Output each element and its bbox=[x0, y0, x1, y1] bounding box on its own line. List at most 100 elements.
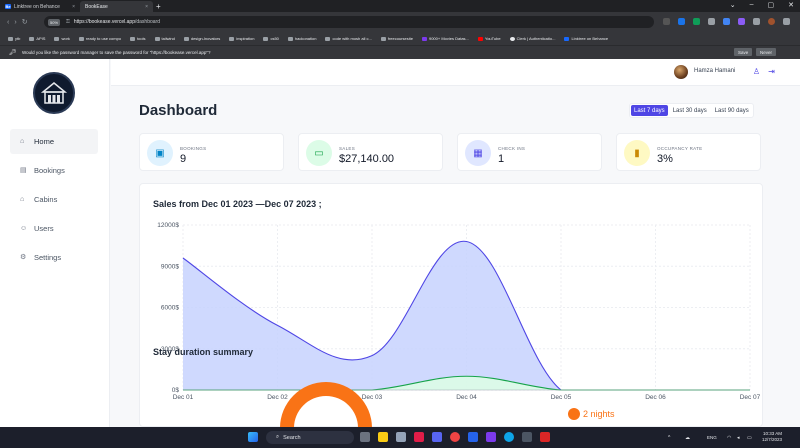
clock[interactable]: 10:33 AM 12/7/2023 bbox=[762, 431, 782, 443]
back-icon[interactable]: ‹ bbox=[7, 19, 9, 26]
reload-icon[interactable]: ↻ bbox=[22, 18, 28, 26]
series-area bbox=[183, 241, 750, 390]
tab-linktree[interactable]: Be Linktree on Behance × bbox=[0, 1, 80, 12]
opera-icon[interactable] bbox=[450, 432, 460, 442]
x-tick-label: Dec 07 bbox=[740, 394, 761, 401]
windows-taskbar: ⌕ Search ^ ☁ ENG ◠ ◂ ▭ 10:33 AM 12/7/202… bbox=[0, 427, 800, 448]
home-icon: ⌂ bbox=[20, 138, 25, 145]
app-icon[interactable] bbox=[540, 432, 550, 442]
windows-start-icon[interactable] bbox=[248, 432, 258, 442]
lock-icon[interactable]: ⚿ bbox=[66, 19, 70, 25]
bookmarks-bar: ytb APIS work ready to use compo tools t… bbox=[0, 32, 800, 46]
chrome-icon[interactable] bbox=[504, 432, 514, 442]
bookmark[interactable]: tailwind bbox=[154, 36, 175, 41]
extension-icon[interactable] bbox=[663, 18, 670, 25]
zoom-level[interactable]: 50% bbox=[48, 18, 61, 26]
app-icon[interactable] bbox=[522, 432, 532, 442]
omnibox[interactable]: 50% ⚿ https://bookease.vercel.app/dashbo… bbox=[44, 16, 654, 28]
forward-icon[interactable]: › bbox=[14, 19, 16, 26]
y-tick-label: 12000$ bbox=[157, 222, 179, 229]
language-indicator[interactable]: ENG bbox=[707, 435, 717, 440]
extension-icon[interactable] bbox=[753, 18, 760, 25]
app-icon[interactable] bbox=[414, 432, 424, 442]
sidebar-item-bookings[interactable]: ▤ Bookings bbox=[10, 158, 98, 183]
wifi-icon[interactable]: ◠ bbox=[727, 435, 731, 441]
y-tick-label: 9000$ bbox=[161, 263, 179, 270]
page-title: Dashboard bbox=[139, 102, 218, 119]
bookmark[interactable]: APIS bbox=[29, 36, 45, 41]
new-tab-icon[interactable]: + bbox=[156, 2, 161, 11]
bookmark[interactable]: cs50 bbox=[263, 36, 279, 41]
avatar[interactable] bbox=[674, 65, 688, 79]
y-tick-label: 6000$ bbox=[161, 305, 179, 312]
never-save-button[interactable]: Never bbox=[756, 48, 777, 56]
donut-legend: 2 nights bbox=[568, 408, 615, 420]
bookease-logo[interactable] bbox=[33, 72, 75, 114]
sidebar-item-home[interactable]: ⌂ Home bbox=[10, 129, 98, 154]
vscode-icon[interactable] bbox=[468, 432, 478, 442]
extension-icon[interactable] bbox=[738, 18, 745, 25]
bookmark[interactable]: code with mosh all c... bbox=[325, 36, 372, 41]
cloud-icon[interactable]: ☁ bbox=[685, 435, 690, 441]
tab-bookease[interactable]: BookEase × bbox=[80, 1, 153, 12]
search-icon: ⌕ bbox=[276, 434, 280, 440]
bookmark[interactable]: hackonation bbox=[287, 36, 316, 41]
bookmark[interactable]: ready to use compo bbox=[78, 36, 121, 41]
maximize-icon[interactable]: ▢ bbox=[768, 1, 775, 9]
extension-icon[interactable] bbox=[723, 18, 730, 25]
bookmark[interactable]: YouTube bbox=[477, 36, 501, 41]
filter-last-30-days[interactable]: Last 30 days bbox=[670, 105, 710, 116]
volume-icon[interactable]: ◂ bbox=[737, 435, 740, 441]
sidebar-item-cabins[interactable]: ⌂ Cabins bbox=[10, 187, 98, 212]
filter-last-90-days[interactable]: Last 90 days bbox=[712, 105, 752, 116]
sidebar-item-label: Users bbox=[34, 224, 54, 233]
date-filter: Last 7 days Last 30 days Last 90 days bbox=[629, 103, 754, 118]
close-icon[interactable]: × bbox=[145, 4, 148, 10]
bookmark[interactable]: inspiration bbox=[229, 36, 254, 41]
menu-icon[interactable] bbox=[783, 18, 790, 25]
tab-search-icon[interactable]: ⌄ bbox=[730, 1, 736, 9]
password-prompt-bar: 🔑︎ Would you like the password manager t… bbox=[0, 46, 800, 59]
sidebar-item-users[interactable]: ☺ Users bbox=[10, 216, 98, 241]
steam-icon[interactable] bbox=[396, 432, 406, 442]
url-text[interactable]: https://bookease.vercel.app/dashboard bbox=[74, 19, 160, 25]
calendar-icon: ▤ bbox=[20, 167, 27, 174]
sidebar-item-label: Settings bbox=[34, 253, 62, 262]
battery-icon[interactable]: ▭ bbox=[747, 435, 752, 441]
stat-sales: ▭ SALES $27,140.00 bbox=[298, 133, 443, 171]
sidebar-item-label: Bookings bbox=[34, 166, 65, 175]
bookmark[interactable]: Clerk | Authenticatio... bbox=[509, 36, 555, 41]
discord-icon[interactable] bbox=[432, 432, 442, 442]
building-icon bbox=[40, 82, 68, 104]
file-explorer-icon[interactable] bbox=[378, 432, 388, 442]
profile-avatar[interactable] bbox=[768, 18, 775, 25]
filter-last-7-days[interactable]: Last 7 days bbox=[631, 105, 668, 116]
key-icon: 🔑︎ bbox=[9, 50, 17, 56]
extension-icon[interactable] bbox=[708, 18, 715, 25]
bookmark[interactable]: tools bbox=[130, 36, 146, 41]
users-icon: ☺ bbox=[20, 225, 28, 232]
bookmark[interactable]: work bbox=[54, 36, 70, 41]
task-view-icon[interactable] bbox=[360, 432, 370, 442]
bookmark[interactable]: ytb bbox=[8, 36, 20, 41]
bookmark[interactable]: freecoursesite bbox=[380, 36, 413, 41]
taskbar-search[interactable]: ⌕ Search bbox=[266, 431, 354, 444]
user-name: Hamza Hamani bbox=[694, 68, 736, 74]
extension-icon[interactable] bbox=[678, 18, 685, 25]
user-icon[interactable]: ♙ bbox=[752, 67, 761, 76]
app-icon[interactable] bbox=[486, 432, 496, 442]
bookmark[interactable]: Linktree on Behance bbox=[564, 36, 608, 41]
browser-tabbar: Be Linktree on Behance × BookEase × + ⌄ … bbox=[0, 0, 800, 12]
save-password-button[interactable]: Save bbox=[734, 48, 753, 56]
extension-icon[interactable] bbox=[693, 18, 700, 25]
chevron-up-icon[interactable]: ^ bbox=[668, 435, 670, 441]
bookmark[interactable]: 9000+ Movies Datas... bbox=[421, 36, 469, 41]
minimize-icon[interactable]: – bbox=[750, 1, 754, 9]
logout-icon[interactable]: ⇥ bbox=[767, 67, 776, 76]
bookmark[interactable]: design-lnovators bbox=[183, 36, 220, 41]
extensions bbox=[663, 18, 790, 25]
close-window-icon[interactable]: ✕ bbox=[788, 1, 794, 9]
sidebar-item-settings[interactable]: ⚙ Settings bbox=[10, 245, 98, 270]
tab-label: Linktree on Behance bbox=[14, 3, 60, 10]
close-icon[interactable]: × bbox=[72, 4, 75, 10]
